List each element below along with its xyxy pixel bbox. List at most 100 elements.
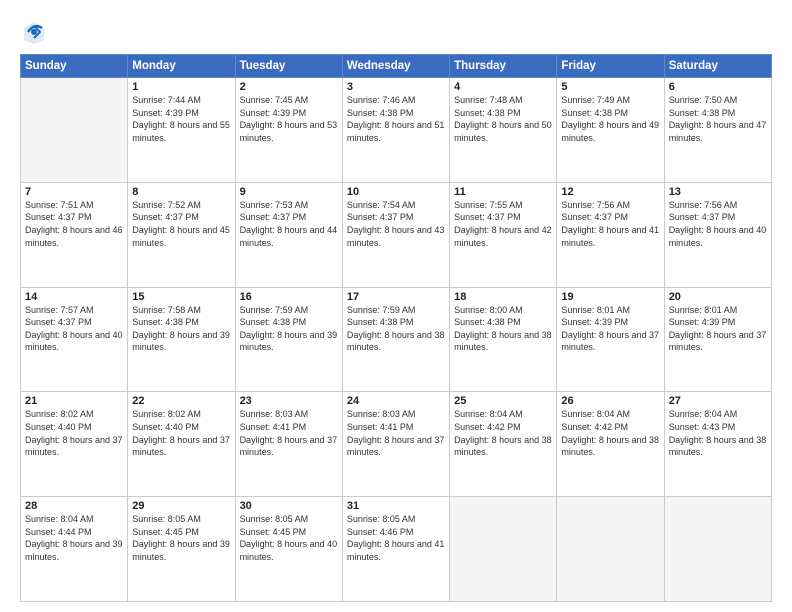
- sunrise-label: Sunrise: 8:01 AM: [561, 305, 630, 315]
- day-cell: 15 Sunrise: 7:58 AM Sunset: 4:38 PM Dayl…: [128, 287, 235, 392]
- day-cell: 20 Sunrise: 8:01 AM Sunset: 4:39 PM Dayl…: [664, 287, 771, 392]
- day-info: Sunrise: 8:05 AM Sunset: 4:45 PM Dayligh…: [240, 513, 338, 563]
- day-number: 30: [240, 500, 338, 512]
- sunset-label: Sunset: 4:38 PM: [454, 108, 521, 118]
- daylight-label: Daylight: 8 hours and 38 minutes.: [561, 435, 659, 458]
- day-cell: 16 Sunrise: 7:59 AM Sunset: 4:38 PM Dayl…: [235, 287, 342, 392]
- day-cell: 27 Sunrise: 8:04 AM Sunset: 4:43 PM Dayl…: [664, 392, 771, 497]
- daylight-label: Daylight: 8 hours and 51 minutes.: [347, 120, 445, 143]
- sunrise-label: Sunrise: 7:46 AM: [347, 95, 416, 105]
- day-info: Sunrise: 7:49 AM Sunset: 4:38 PM Dayligh…: [561, 94, 659, 144]
- day-cell: 31 Sunrise: 8:05 AM Sunset: 4:46 PM Dayl…: [342, 497, 449, 602]
- day-header-sunday: Sunday: [21, 55, 128, 78]
- day-info: Sunrise: 7:53 AM Sunset: 4:37 PM Dayligh…: [240, 199, 338, 249]
- sunrise-label: Sunrise: 8:04 AM: [561, 409, 630, 419]
- day-number: 9: [240, 186, 338, 198]
- day-number: 8: [132, 186, 230, 198]
- day-cell: 21 Sunrise: 8:02 AM Sunset: 4:40 PM Dayl…: [21, 392, 128, 497]
- day-number: 16: [240, 291, 338, 303]
- sunrise-label: Sunrise: 8:02 AM: [25, 409, 94, 419]
- day-header-saturday: Saturday: [664, 55, 771, 78]
- day-info: Sunrise: 8:02 AM Sunset: 4:40 PM Dayligh…: [25, 408, 123, 458]
- daylight-label: Daylight: 8 hours and 50 minutes.: [454, 120, 552, 143]
- day-info: Sunrise: 8:02 AM Sunset: 4:40 PM Dayligh…: [132, 408, 230, 458]
- logo-icon: [20, 18, 48, 46]
- calendar-table: SundayMondayTuesdayWednesdayThursdayFrid…: [20, 54, 772, 602]
- day-number: 5: [561, 81, 659, 93]
- sunrise-label: Sunrise: 8:02 AM: [132, 409, 201, 419]
- sunrise-label: Sunrise: 8:00 AM: [454, 305, 523, 315]
- sunset-label: Sunset: 4:37 PM: [561, 212, 628, 222]
- day-number: 10: [347, 186, 445, 198]
- day-header-monday: Monday: [128, 55, 235, 78]
- day-header-tuesday: Tuesday: [235, 55, 342, 78]
- sunset-label: Sunset: 4:38 PM: [561, 108, 628, 118]
- day-info: Sunrise: 7:48 AM Sunset: 4:38 PM Dayligh…: [454, 94, 552, 144]
- day-number: 22: [132, 395, 230, 407]
- sunrise-label: Sunrise: 8:01 AM: [669, 305, 738, 315]
- day-info: Sunrise: 8:04 AM Sunset: 4:44 PM Dayligh…: [25, 513, 123, 563]
- day-number: 21: [25, 395, 123, 407]
- sunset-label: Sunset: 4:46 PM: [347, 527, 414, 537]
- day-cell: 13 Sunrise: 7:56 AM Sunset: 4:37 PM Dayl…: [664, 182, 771, 287]
- sunset-label: Sunset: 4:37 PM: [132, 212, 199, 222]
- sunrise-label: Sunrise: 7:53 AM: [240, 200, 309, 210]
- sunrise-label: Sunrise: 8:04 AM: [669, 409, 738, 419]
- day-cell: 10 Sunrise: 7:54 AM Sunset: 4:37 PM Dayl…: [342, 182, 449, 287]
- day-number: 17: [347, 291, 445, 303]
- day-header-friday: Friday: [557, 55, 664, 78]
- day-number: 2: [240, 81, 338, 93]
- day-info: Sunrise: 7:58 AM Sunset: 4:38 PM Dayligh…: [132, 304, 230, 354]
- day-number: 29: [132, 500, 230, 512]
- day-cell: 2 Sunrise: 7:45 AM Sunset: 4:39 PM Dayli…: [235, 78, 342, 183]
- day-info: Sunrise: 8:03 AM Sunset: 4:41 PM Dayligh…: [240, 408, 338, 458]
- day-info: Sunrise: 7:54 AM Sunset: 4:37 PM Dayligh…: [347, 199, 445, 249]
- sunset-label: Sunset: 4:41 PM: [347, 422, 414, 432]
- sunrise-label: Sunrise: 8:05 AM: [347, 514, 416, 524]
- daylight-label: Daylight: 8 hours and 38 minutes.: [669, 435, 767, 458]
- daylight-label: Daylight: 8 hours and 39 minutes.: [25, 539, 123, 562]
- day-number: 1: [132, 81, 230, 93]
- daylight-label: Daylight: 8 hours and 37 minutes.: [25, 435, 123, 458]
- day-number: 25: [454, 395, 552, 407]
- day-cell: 29 Sunrise: 8:05 AM Sunset: 4:45 PM Dayl…: [128, 497, 235, 602]
- logo: [20, 18, 52, 46]
- sunset-label: Sunset: 4:45 PM: [240, 527, 307, 537]
- day-cell: [557, 497, 664, 602]
- day-cell: [450, 497, 557, 602]
- daylight-label: Daylight: 8 hours and 38 minutes.: [347, 330, 445, 353]
- sunrise-label: Sunrise: 8:05 AM: [132, 514, 201, 524]
- daylight-label: Daylight: 8 hours and 44 minutes.: [240, 225, 338, 248]
- day-info: Sunrise: 8:05 AM Sunset: 4:46 PM Dayligh…: [347, 513, 445, 563]
- day-header-thursday: Thursday: [450, 55, 557, 78]
- day-info: Sunrise: 7:56 AM Sunset: 4:37 PM Dayligh…: [561, 199, 659, 249]
- sunset-label: Sunset: 4:37 PM: [669, 212, 736, 222]
- week-row-4: 28 Sunrise: 8:04 AM Sunset: 4:44 PM Dayl…: [21, 497, 772, 602]
- sunset-label: Sunset: 4:38 PM: [454, 317, 521, 327]
- day-cell: 25 Sunrise: 8:04 AM Sunset: 4:42 PM Dayl…: [450, 392, 557, 497]
- sunset-label: Sunset: 4:44 PM: [25, 527, 92, 537]
- daylight-label: Daylight: 8 hours and 37 minutes.: [669, 330, 767, 353]
- sunrise-label: Sunrise: 7:49 AM: [561, 95, 630, 105]
- sunset-label: Sunset: 4:43 PM: [669, 422, 736, 432]
- sunrise-label: Sunrise: 8:04 AM: [454, 409, 523, 419]
- day-cell: [21, 78, 128, 183]
- daylight-label: Daylight: 8 hours and 37 minutes.: [561, 330, 659, 353]
- sunset-label: Sunset: 4:40 PM: [132, 422, 199, 432]
- sunrise-label: Sunrise: 8:03 AM: [240, 409, 309, 419]
- day-number: 3: [347, 81, 445, 93]
- day-cell: 9 Sunrise: 7:53 AM Sunset: 4:37 PM Dayli…: [235, 182, 342, 287]
- sunset-label: Sunset: 4:39 PM: [669, 317, 736, 327]
- day-number: 13: [669, 186, 767, 198]
- daylight-label: Daylight: 8 hours and 49 minutes.: [561, 120, 659, 143]
- day-info: Sunrise: 8:00 AM Sunset: 4:38 PM Dayligh…: [454, 304, 552, 354]
- sunrise-label: Sunrise: 8:05 AM: [240, 514, 309, 524]
- daylight-label: Daylight: 8 hours and 40 minutes.: [240, 539, 338, 562]
- week-row-1: 7 Sunrise: 7:51 AM Sunset: 4:37 PM Dayli…: [21, 182, 772, 287]
- day-info: Sunrise: 7:50 AM Sunset: 4:38 PM Dayligh…: [669, 94, 767, 144]
- day-cell: 26 Sunrise: 8:04 AM Sunset: 4:42 PM Dayl…: [557, 392, 664, 497]
- daylight-label: Daylight: 8 hours and 41 minutes.: [347, 539, 445, 562]
- day-cell: [664, 497, 771, 602]
- sunset-label: Sunset: 4:42 PM: [561, 422, 628, 432]
- day-cell: 3 Sunrise: 7:46 AM Sunset: 4:38 PM Dayli…: [342, 78, 449, 183]
